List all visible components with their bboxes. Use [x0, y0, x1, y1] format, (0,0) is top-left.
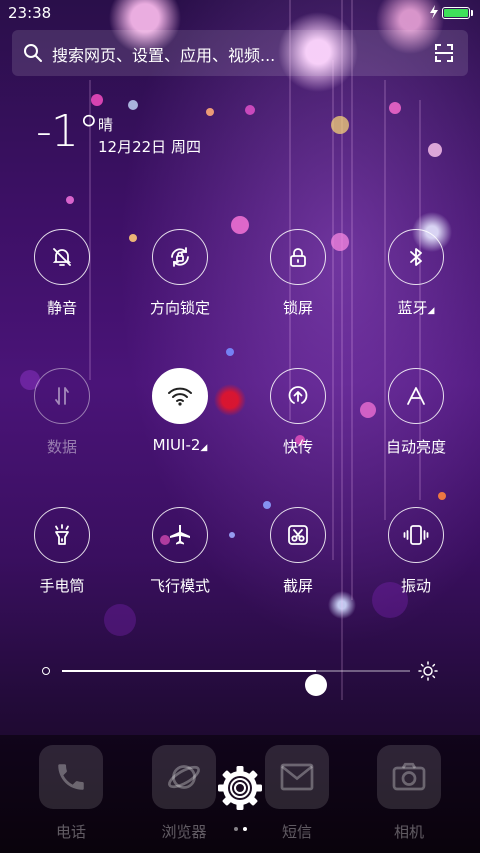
expand-corner-icon: ◢: [200, 443, 208, 453]
app-camera[interactable]: 相机: [364, 735, 454, 845]
toggle-auto-brightness[interactable]: 自动亮度: [362, 368, 472, 468]
scan-icon[interactable]: [434, 43, 454, 63]
toggle-rotation-lock[interactable]: 方向锁定: [126, 229, 236, 329]
weather-condition: 晴: [98, 116, 114, 134]
toggle-label: 静音: [46, 299, 77, 317]
bell-off-icon: [34, 229, 90, 285]
toggle-label: 锁屏: [282, 299, 313, 317]
message-icon: [265, 745, 329, 809]
mobile-data-icon: [34, 368, 90, 424]
toggle-quick-transfer[interactable]: 快传: [244, 368, 354, 468]
auto-brightness-icon: [388, 368, 444, 424]
brightness-track[interactable]: [62, 670, 410, 696]
app-messages[interactable]: 短信: [252, 735, 342, 845]
bluetooth-icon: [388, 229, 444, 285]
date-label: 12月22日 周四: [98, 138, 201, 156]
wifi-icon: [152, 368, 208, 424]
toggle-label: 方向锁定: [149, 299, 210, 317]
clock: 23:38: [8, 4, 52, 22]
search-input[interactable]: 搜索网页、设置、应用、视频...: [52, 42, 275, 66]
battery-tip: [471, 10, 473, 16]
camera-icon: [377, 745, 441, 809]
page-indicator: [234, 827, 250, 833]
gear-icon[interactable]: [216, 764, 264, 812]
app-label: 短信: [281, 823, 312, 841]
scissors-icon: [270, 507, 326, 563]
toggle-screenshot[interactable]: 截屏: [244, 507, 354, 607]
toggle-label: 数据: [46, 438, 77, 456]
toggle-label: 振动: [400, 577, 431, 595]
page-dot-current: [243, 827, 247, 831]
toggle-wifi[interactable]: MIUI-2◢: [126, 368, 236, 468]
toggle-label: 快传: [282, 438, 313, 456]
airplane-icon: [152, 507, 208, 563]
toggle-lock-screen[interactable]: 锁屏: [244, 229, 354, 329]
lock-icon: [270, 229, 326, 285]
battery-level: [444, 9, 468, 17]
toggle-label: 蓝牙◢: [397, 299, 435, 317]
toggle-label: 截屏: [282, 577, 313, 595]
vibrate-icon: [388, 507, 444, 563]
brightness-high-icon: [418, 661, 438, 681]
brightness-slider[interactable]: [40, 656, 448, 696]
toggle-label: 自动亮度: [385, 438, 446, 456]
toggle-mute[interactable]: 静音: [8, 229, 118, 329]
app-label: 电话: [55, 823, 86, 841]
app-phone[interactable]: 电话: [26, 735, 116, 845]
brightness-low-icon: [42, 667, 50, 675]
search-icon: [24, 44, 42, 62]
temperature: -1°: [36, 106, 100, 157]
toggle-airplane[interactable]: 飞行模式: [126, 507, 236, 607]
battery-icon: [442, 7, 470, 19]
app-label: 相机: [393, 823, 424, 841]
flashlight-icon: [34, 507, 90, 563]
toggle-data[interactable]: 数据: [8, 368, 118, 468]
brightness-thumb[interactable]: [305, 674, 328, 696]
toggle-flashlight[interactable]: 手电筒: [8, 507, 118, 607]
expand-corner-icon: ◢: [427, 306, 435, 316]
toggle-label: MIUI-2◢: [152, 436, 208, 454]
toggle-label: 手电筒: [39, 577, 85, 595]
upload-icon: [270, 368, 326, 424]
toggle-vibrate[interactable]: 振动: [362, 507, 472, 607]
status-bar: 23:38: [0, 0, 480, 26]
notification-shade: 23:38 搜索网页、设置、应用、视频... -1° 晴 12月22日 周四 静…: [0, 0, 480, 853]
charging-icon: [430, 5, 438, 19]
toggle-label: 飞行模式: [149, 577, 210, 595]
brightness-fill: [62, 670, 317, 672]
phone-icon: [39, 745, 103, 809]
page-dot: [234, 827, 238, 831]
search-bar[interactable]: 搜索网页、设置、应用、视频...: [12, 30, 468, 76]
rotation-lock-icon: [152, 229, 208, 285]
browser-icon: [152, 745, 216, 809]
toggle-bluetooth[interactable]: 蓝牙◢: [362, 229, 472, 329]
app-label: 浏览器: [161, 823, 207, 841]
